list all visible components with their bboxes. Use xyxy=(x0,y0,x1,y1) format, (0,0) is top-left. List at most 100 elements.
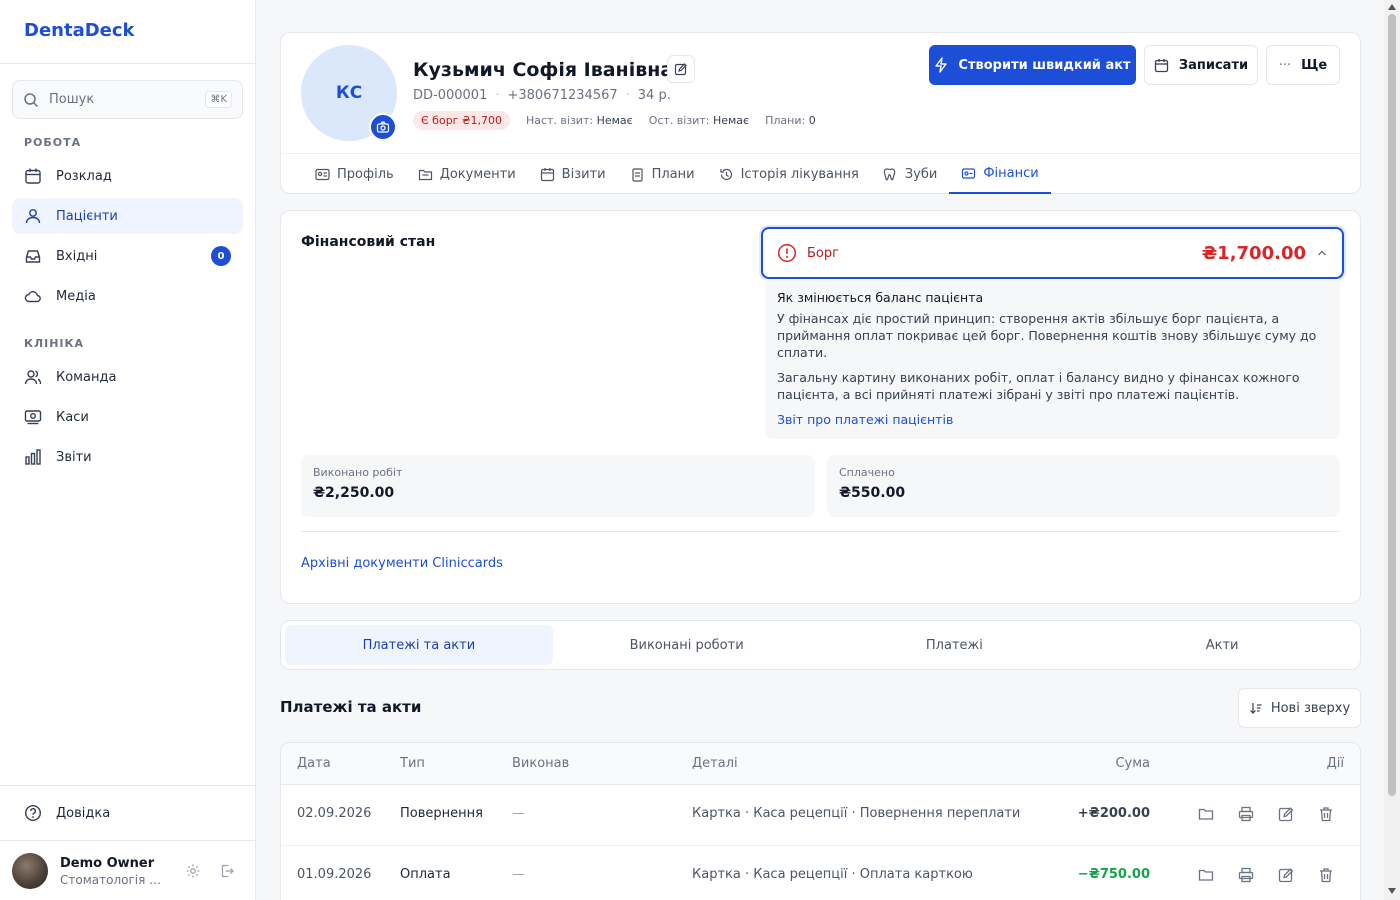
help-icon xyxy=(24,804,42,822)
user-profile[interactable]: Demo Owner Стоматологія П... xyxy=(0,840,255,900)
calendar-icon xyxy=(540,167,554,181)
finance-title: Фінансовий стан xyxy=(301,234,436,250)
edit-icon[interactable] xyxy=(1277,805,1295,823)
sidebar-item-schedule[interactable]: Розклад xyxy=(12,158,243,194)
last-visit: Ост. візит: Немає xyxy=(648,114,750,127)
help-label: Довідка xyxy=(56,805,111,821)
wallet-icon xyxy=(962,167,976,179)
brand-logo[interactable]: DentaDeck xyxy=(0,0,255,64)
avatar[interactable] xyxy=(12,853,48,889)
user-name: Demo Owner xyxy=(60,855,155,871)
help-link[interactable]: Довідка xyxy=(12,795,122,831)
tab-finance[interactable]: Фінанси xyxy=(949,154,1051,194)
camera-icon xyxy=(376,121,390,133)
finance-card: Фінансовий стан Борг ₴1,700.00 Як змінює… xyxy=(280,210,1361,604)
patient-age: 34 р. xyxy=(637,88,671,103)
table-row[interactable]: 02.09.2026 Повернення — Картка · Каса ре… xyxy=(281,785,1360,846)
sidebar-item-label: Вхідні xyxy=(56,248,98,264)
sidebar-item-patients[interactable]: Пацієнти xyxy=(12,198,243,234)
search-icon xyxy=(24,92,39,107)
patient-phone[interactable]: +380671234567 xyxy=(507,88,617,103)
logout-icon[interactable] xyxy=(219,863,235,879)
printer-icon[interactable] xyxy=(1237,866,1255,884)
row-amount: −₴750.00 xyxy=(1077,867,1150,882)
change-photo-button[interactable] xyxy=(369,113,397,141)
debt-badge: Є борг ₴1,700 xyxy=(413,111,510,130)
table-header: Дата Тип Виконав Деталі Сума Дії xyxy=(281,743,1360,785)
scroll-up-arrow[interactable] xyxy=(1386,2,1398,12)
sort-button[interactable]: Нові зверху xyxy=(1238,688,1361,728)
cash-register-icon xyxy=(24,410,42,425)
edit-icon xyxy=(674,63,687,76)
folder-icon[interactable] xyxy=(1197,866,1215,884)
sidebar-item-inbox[interactable]: Вхідні 0 xyxy=(12,238,243,274)
lightning-icon xyxy=(935,57,948,73)
gear-icon[interactable] xyxy=(185,863,201,879)
patient-name: Кузьмич Софія Іванівна xyxy=(413,59,674,81)
page-scrollbar-thumb[interactable] xyxy=(1388,14,1396,796)
sidebar-item-media[interactable]: Медіа xyxy=(12,278,243,314)
sidebar-item-label: Розклад xyxy=(56,168,112,184)
edit-icon[interactable] xyxy=(1277,866,1295,884)
trash-icon[interactable] xyxy=(1317,866,1335,884)
more-actions-button[interactable]: ··· Ще xyxy=(1266,45,1340,85)
search-box[interactable]: ⌘K xyxy=(12,80,243,119)
book-appointment-button[interactable]: Записати xyxy=(1144,45,1258,85)
tab-documents[interactable]: Документи xyxy=(406,154,528,194)
segment-work-done[interactable]: Виконані роботи xyxy=(553,625,821,665)
bar-chart-icon xyxy=(25,449,41,465)
archive-documents-link[interactable]: Архівні документи Cliniccards xyxy=(301,556,503,571)
info-title: Як змінюється баланс пацієнта xyxy=(777,290,984,305)
inbox-count-badge: 0 xyxy=(211,246,231,266)
col-executor[interactable]: Виконав xyxy=(512,756,569,771)
patient-header-card: КС Кузьмич Софія Іванівна DD-000001 · +3… xyxy=(280,32,1361,194)
folder-icon[interactable] xyxy=(1197,805,1215,823)
col-type[interactable]: Тип xyxy=(400,756,425,771)
tab-plans[interactable]: Плани xyxy=(618,154,707,194)
tab-treatment-history[interactable]: Історія лікування xyxy=(707,154,871,194)
sidebar: DentaDeck ⌘K РОБОТА Розклад Пацієнти Вхі… xyxy=(0,0,256,900)
trash-icon[interactable] xyxy=(1317,805,1335,823)
row-amount: +₴200.00 xyxy=(1077,806,1150,821)
balance-info-panel: Як змінюється баланс пацієнта У фінансах… xyxy=(765,279,1340,439)
debt-accordion[interactable]: Борг ₴1,700.00 xyxy=(761,227,1344,279)
col-date[interactable]: Дата xyxy=(297,756,331,771)
sidebar-footer: Довідка Demo Owner Стоматологія П... xyxy=(0,785,255,889)
finance-segment-tabs: Платежі та акти Виконані роботи Платежі … xyxy=(280,620,1361,670)
patient-meta: DD-000001 · +380671234567 · 34 р. xyxy=(413,88,671,103)
debt-label: Борг xyxy=(807,245,839,261)
search-input[interactable] xyxy=(49,92,199,107)
segment-acts[interactable]: Акти xyxy=(1088,625,1356,665)
debt-amount: ₴1,700.00 xyxy=(1201,242,1306,264)
sidebar-item-reports[interactable]: Звіти xyxy=(12,439,243,475)
scroll-down-arrow[interactable] xyxy=(1386,886,1398,896)
printer-icon[interactable] xyxy=(1237,805,1255,823)
sidebar-item-cash[interactable]: Каси xyxy=(12,399,243,435)
inbox-icon xyxy=(25,250,41,263)
alert-circle-icon xyxy=(777,243,797,263)
segment-payments[interactable]: Платежі xyxy=(821,625,1089,665)
users-icon xyxy=(25,209,41,224)
divider xyxy=(301,531,1340,532)
cloud-icon xyxy=(24,291,41,303)
patient-id: DD-000001 xyxy=(413,88,488,103)
sort-icon xyxy=(1249,703,1262,714)
next-visit: Наст. візит: Немає xyxy=(525,114,633,127)
tab-teeth[interactable]: Зуби xyxy=(871,154,950,194)
info-paragraph: У фінансах діє простий принцип: створенн… xyxy=(777,311,1317,360)
stat-paid: Сплачено ₴550.00 xyxy=(827,455,1340,517)
patient-tabs: Профіль Документи Візити Плани Історія л… xyxy=(281,153,1360,194)
tab-profile[interactable]: Профіль xyxy=(303,154,406,194)
col-amount[interactable]: Сума xyxy=(1115,756,1150,771)
segment-payments-acts[interactable]: Платежі та акти xyxy=(285,625,553,665)
tab-visits[interactable]: Візити xyxy=(528,154,618,194)
patient-payments-report-link[interactable]: Звіт про платежі пацієнтів xyxy=(777,411,1328,428)
edit-patient-button[interactable] xyxy=(667,55,695,83)
payments-table: Дата Тип Виконав Деталі Сума Дії 02.09.2… xyxy=(280,742,1361,900)
more-dots-icon: ··· xyxy=(1278,57,1292,73)
tooth-icon xyxy=(883,167,896,180)
section-label-clinic: КЛІНІКА xyxy=(24,337,85,350)
sidebar-item-team[interactable]: Команда xyxy=(12,359,243,395)
table-row[interactable]: 01.09.2026 Оплата — Картка · Каса рецепц… xyxy=(281,846,1360,900)
quick-act-button[interactable]: Створити швидкий акт xyxy=(929,45,1136,85)
